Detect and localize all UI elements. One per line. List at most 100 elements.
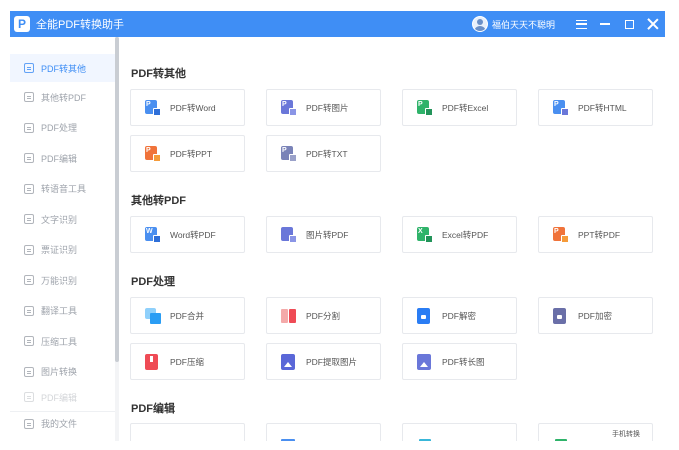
sidebar-item-translate-tools[interactable]: 翻译工具 (10, 296, 116, 327)
card-pdf-to-html[interactable]: P PDF转HTML (538, 89, 653, 126)
card-ppt-to-pdf[interactable]: P PPT转PDF (538, 216, 653, 253)
compress-icon (24, 336, 34, 347)
card-pdf-decrypt[interactable]: PDF解密 (402, 297, 517, 334)
pdf-to-word-icon: P (145, 99, 161, 116)
pdf-edit-blue-icon (281, 430, 297, 441)
sidebar-item-pdf-edit[interactable]: PDF编辑 (10, 143, 116, 174)
other-to-pdf-icon (24, 92, 34, 103)
word-to-pdf-icon: W (145, 226, 161, 243)
card-label: PDF转TXT (306, 148, 348, 159)
card-label: PDF合并 (170, 310, 205, 321)
pdf-process-icon (24, 122, 34, 133)
sidebar-item-pdf-to-other[interactable]: PDF转其他 (10, 54, 116, 82)
username[interactable]: 福伯天天不聪明 (492, 18, 555, 31)
pdf-edit-red-icon (145, 434, 161, 441)
sidebar-item-pdf-process[interactable]: PDF处理 (10, 113, 116, 144)
pdf-split-icon (281, 308, 297, 324)
card-label: PDF转Excel (442, 102, 489, 113)
image-convert-icon (24, 366, 34, 377)
section-title-other-to-pdf: 其他转PDF (131, 195, 186, 207)
sidebar-item-label: PDF编辑 (41, 392, 78, 403)
card-pdf-edit-2[interactable] (266, 423, 381, 441)
maximize-icon (624, 19, 634, 29)
sidebar-my-files[interactable]: 我的文件 (10, 411, 116, 435)
pdf-to-image-icon: P (281, 99, 297, 116)
sidebar-item-label: 万能识别 (41, 275, 78, 286)
card-pdf-compress[interactable]: PDF压缩 (130, 343, 245, 380)
menu-icon (575, 19, 587, 29)
sidebar-item-image-convert[interactable]: 图片转换 (10, 357, 116, 388)
card-pdf-extract-image[interactable]: PDF提取图片 (266, 343, 381, 380)
close-button[interactable] (641, 11, 665, 37)
sidebar-item-ticket-ocr[interactable]: 票证识别 (10, 235, 116, 266)
sidebar-item-other-to-pdf[interactable]: 其他转PDF (10, 82, 116, 113)
sidebar-item-label: 其他转PDF (41, 92, 87, 103)
card-pdf-to-word[interactable]: P PDF转Word (130, 89, 245, 126)
card-pdf-to-ppt[interactable]: P PDF转PPT (130, 135, 245, 172)
pdf-extract-image-icon (281, 353, 297, 370)
card-label: PDF提取图片 (306, 356, 358, 367)
sidebar-item-text-ocr[interactable]: 文字识别 (10, 204, 116, 235)
card-label: PDF分割 (306, 310, 341, 321)
pdf-compress-icon (145, 353, 161, 370)
card-pdf-to-excel[interactable]: P PDF转Excel (402, 89, 517, 126)
card-pdf-long-image[interactable]: PDF转长图 (402, 343, 517, 380)
partial-item-icon (24, 392, 34, 402)
pdf-merge-icon (145, 307, 161, 324)
card-label: PDF解密 (442, 310, 477, 321)
ppt-to-pdf-icon: P (553, 226, 569, 243)
card-badge-text: 手机转换 (612, 431, 640, 438)
pdf-to-excel-icon: P (417, 99, 433, 116)
excel-to-pdf-icon: X (417, 226, 433, 243)
sidebar-item-label: PDF编辑 (41, 153, 78, 164)
sidebar-scrollbar-thumb[interactable] (115, 37, 119, 362)
card-label: PPT转PDF (578, 229, 621, 240)
card-label: Word转PDF (170, 229, 216, 240)
card-label: PDF转PPT (170, 148, 213, 159)
card-label: PDF转HTML (578, 102, 627, 113)
card-pdf-edit-4[interactable]: 手机转换 (538, 423, 653, 441)
sidebar-item-speech-tools[interactable]: 转语音工具 (10, 174, 116, 205)
card-label: PDF加密 (578, 310, 613, 321)
sidebar-item-label: 文字识别 (41, 214, 78, 225)
card-label: PDF转Word (170, 102, 216, 113)
card-pdf-to-txt[interactable]: P PDF转TXT (266, 135, 381, 172)
card-pdf-edit-1[interactable] (130, 423, 245, 441)
card-label: PDF压缩 (170, 356, 205, 367)
user-avatar-icon[interactable] (471, 16, 488, 32)
pdf-to-html-icon: P (553, 99, 569, 116)
card-pdf-split[interactable]: PDF分割 (266, 297, 381, 334)
minimize-icon (600, 23, 610, 25)
sidebar: PDF转其他 其他转PDF PDF处理 PDF编辑 转语音工具 文字识别 票证识… (10, 37, 117, 441)
card-pdf-encrypt[interactable]: PDF加密 (538, 297, 653, 334)
menu-button[interactable] (569, 11, 593, 37)
pdf-edit-cyan-icon (417, 430, 433, 441)
text-ocr-icon (24, 214, 34, 225)
pdf-edit-icon (24, 153, 34, 164)
image-to-pdf-icon (281, 226, 297, 243)
card-excel-to-pdf[interactable]: X Excel转PDF (402, 216, 517, 253)
sidebar-item-label: PDF转其他 (41, 63, 87, 74)
maximize-button[interactable] (617, 11, 641, 37)
translate-icon (24, 305, 34, 316)
section-title-pdf-process: PDF处理 (131, 276, 175, 288)
card-label: PDF转图片 (306, 102, 349, 113)
sidebar-item-compress-tools[interactable]: 压缩工具 (10, 326, 116, 357)
card-image-to-pdf[interactable]: 图片转PDF (266, 216, 381, 253)
card-word-to-pdf[interactable]: W Word转PDF (130, 216, 245, 253)
app-logo-icon: P (14, 16, 30, 32)
card-pdf-to-image[interactable]: P PDF转图片 (266, 89, 381, 126)
sidebar-item-label: 翻译工具 (41, 306, 78, 317)
card-label: 图片转PDF (306, 229, 349, 240)
pdf-decrypt-icon (417, 307, 433, 324)
sidebar-item-universal-ocr[interactable]: 万能识别 (10, 265, 116, 296)
close-icon (647, 18, 659, 30)
card-pdf-merge[interactable]: PDF合并 (130, 297, 245, 334)
title-bar: P 全能PDF转换助手 福伯天天不聪明 (10, 11, 665, 37)
pdf-to-other-icon (24, 63, 34, 73)
sidebar-item-partial[interactable]: PDF编辑 (10, 387, 116, 407)
minimize-button[interactable] (593, 11, 617, 37)
card-pdf-edit-3[interactable] (402, 423, 517, 441)
pdf-edit-green-icon (553, 430, 569, 441)
speech-icon (24, 183, 34, 194)
